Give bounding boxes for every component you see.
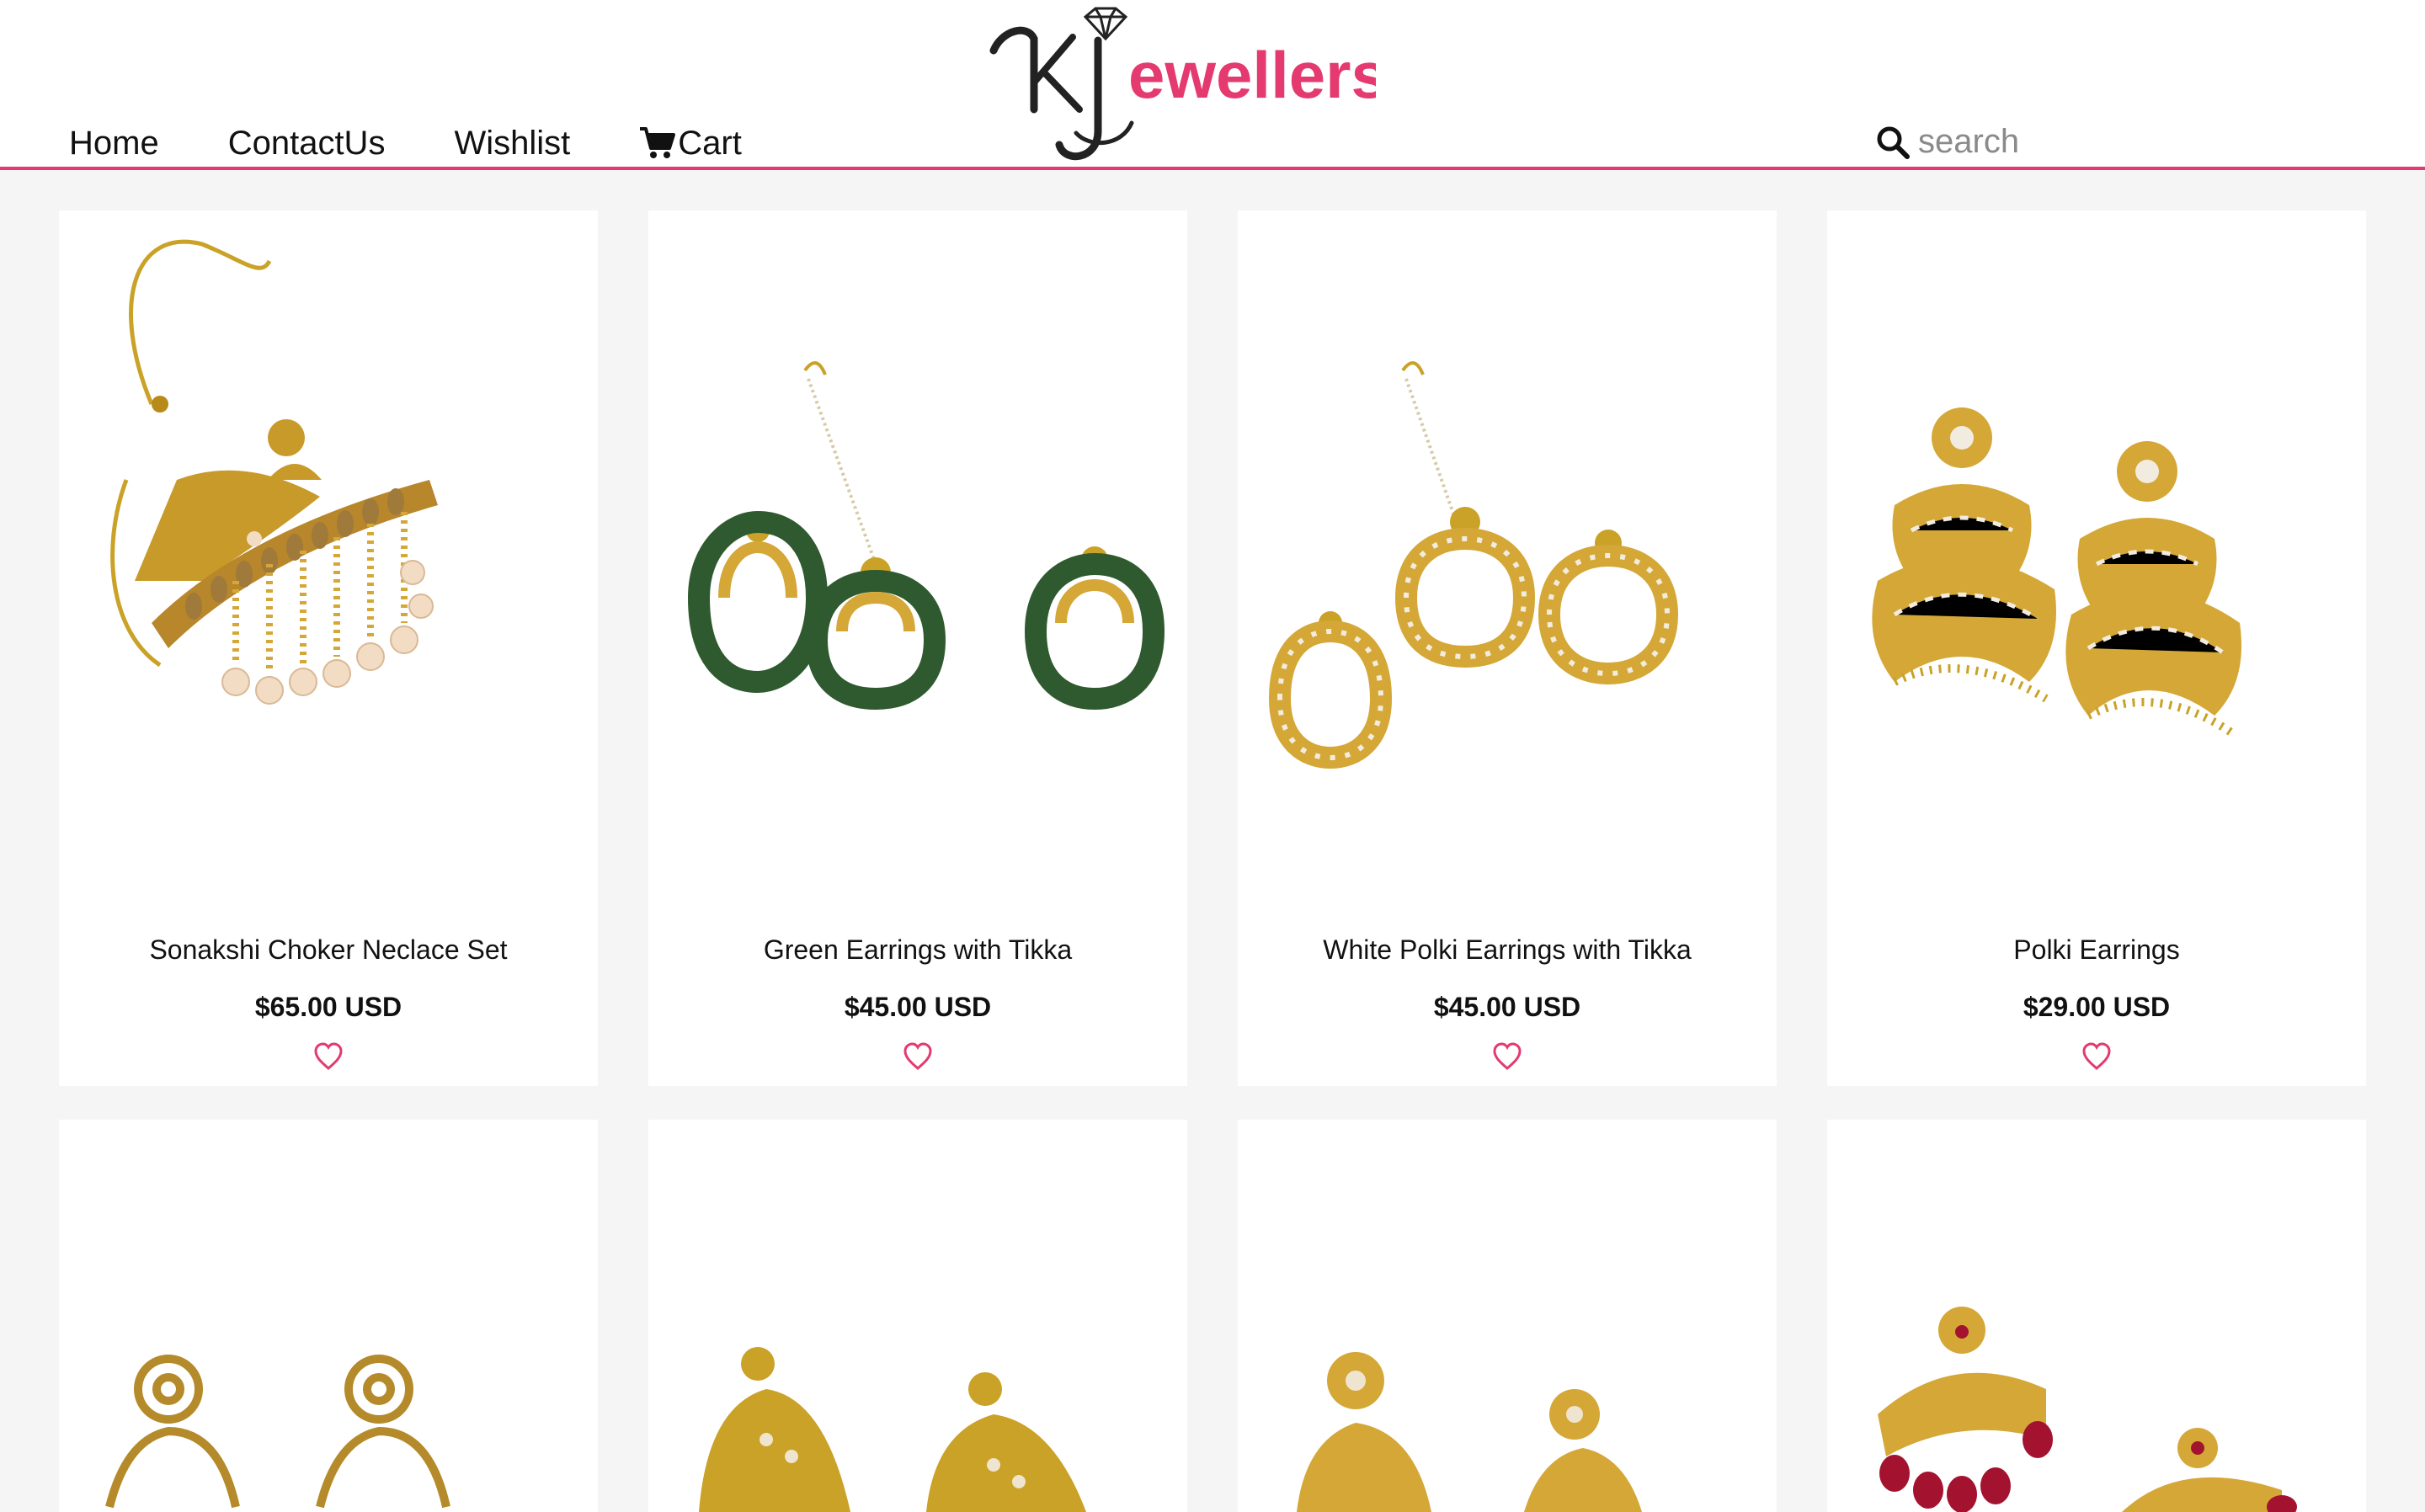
product-card[interactable] bbox=[59, 1120, 598, 1512]
heart-icon[interactable] bbox=[2081, 1042, 2112, 1071]
site-logo[interactable]: ewellers bbox=[972, 5, 1376, 165]
product-image-gold-jhumka-earrings[interactable] bbox=[665, 1137, 1170, 1512]
product-card[interactable] bbox=[1238, 1120, 1777, 1512]
logo-text: ewellers bbox=[1128, 38, 1376, 112]
search-box bbox=[1876, 123, 2390, 161]
heart-icon[interactable] bbox=[313, 1042, 344, 1071]
search-icon[interactable] bbox=[1876, 125, 1910, 159]
choker-necklace-image bbox=[110, 239, 438, 705]
product-name[interactable]: White Polki Earrings with Tikka bbox=[1238, 934, 1777, 966]
product-card[interactable]: Green Earrings with Tikka $45.00 USD bbox=[648, 210, 1187, 1086]
product-image-kundan-earrings[interactable] bbox=[1255, 1137, 1760, 1512]
red-bead-earrings-image bbox=[1878, 1307, 2297, 1512]
nav-cart-label: Cart bbox=[678, 125, 742, 162]
site-header: Home ContactUs Wishlist Cart ewellers se… bbox=[0, 0, 2425, 170]
product-price: $45.00 USD bbox=[844, 992, 992, 1022]
green-earrings-image bbox=[687, 361, 1165, 711]
kundan-earrings-image bbox=[1297, 1352, 1642, 1512]
nav-home[interactable]: Home bbox=[69, 126, 159, 160]
product-card[interactable]: White Polki Earrings with Tikka $45.00 U… bbox=[1238, 210, 1777, 1086]
product-card[interactable]: Polki Earrings $29.00 USD bbox=[1827, 210, 2366, 1086]
product-name[interactable]: Polki Earrings bbox=[1827, 934, 2366, 966]
product-name[interactable]: Sonakshi Choker Neclace Set bbox=[59, 934, 598, 966]
kj-logo-mark: ewellers bbox=[989, 7, 1376, 161]
product-image-red-bead-earrings[interactable] bbox=[1844, 1137, 2349, 1512]
product-card[interactable]: Sonakshi Choker Neclace Set $65.00 USD bbox=[59, 210, 598, 1086]
search-input[interactable] bbox=[1918, 123, 2390, 161]
nav-contactus-label: ContactUs bbox=[227, 125, 386, 162]
nav-wishlist[interactable]: Wishlist bbox=[454, 126, 570, 160]
nav-wishlist-label: Wishlist bbox=[454, 125, 571, 162]
product-price: $65.00 USD bbox=[254, 992, 402, 1022]
heart-icon[interactable] bbox=[1492, 1042, 1522, 1071]
nav-home-label: Home bbox=[69, 125, 159, 162]
cart-icon bbox=[640, 127, 676, 158]
product-image-white-polki-earrings[interactable] bbox=[1255, 227, 1760, 884]
heart-icon[interactable] bbox=[903, 1042, 933, 1071]
polki-earrings-image bbox=[1872, 407, 2241, 737]
nav-cart[interactable]: Cart bbox=[639, 126, 742, 160]
product-image-antique-earrings[interactable] bbox=[76, 1137, 581, 1512]
product-card[interactable] bbox=[648, 1120, 1187, 1512]
product-price: $29.00 USD bbox=[2023, 992, 2171, 1022]
product-image-green-earrings[interactable] bbox=[665, 227, 1170, 884]
product-card[interactable] bbox=[1827, 1120, 2366, 1512]
product-price: $45.00 USD bbox=[1433, 992, 1581, 1022]
main-nav: Home ContactUs Wishlist Cart bbox=[69, 126, 742, 160]
product-image-choker-necklace[interactable] bbox=[76, 227, 581, 884]
product-name[interactable]: Green Earrings with Tikka bbox=[648, 934, 1187, 966]
white-polki-earrings-image bbox=[1268, 361, 1679, 769]
gold-jhumka-earrings-image bbox=[699, 1347, 1086, 1512]
antique-earrings-image bbox=[105, 1355, 450, 1509]
product-image-polki-earrings[interactable] bbox=[1844, 227, 2349, 884]
nav-contactus[interactable]: ContactUs bbox=[228, 126, 386, 160]
